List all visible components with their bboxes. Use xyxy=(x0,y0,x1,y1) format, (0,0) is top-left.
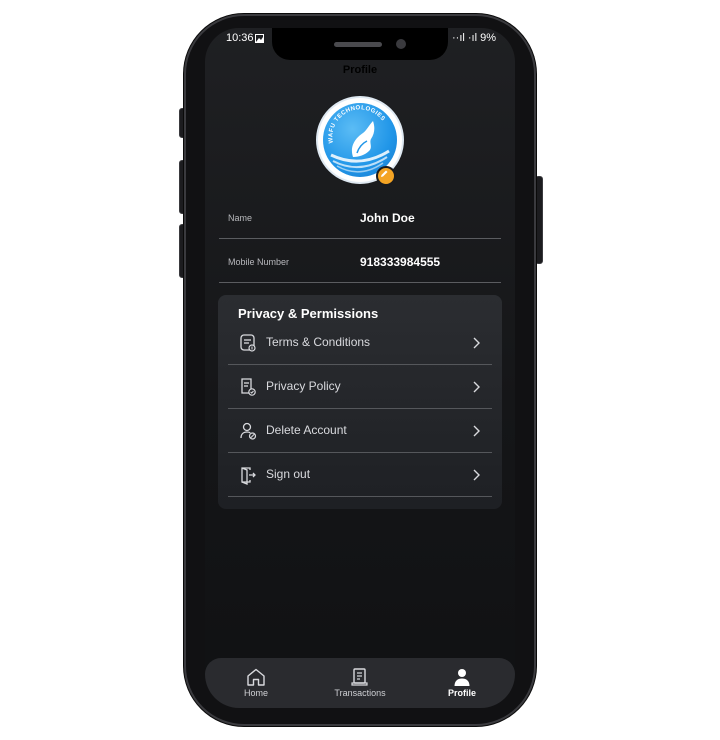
status-time: 10:36 xyxy=(226,32,254,44)
nav-profile-label: Profile xyxy=(447,688,476,698)
svg-text:WAFU TECHNOLOGIES: WAFU TECHNOLOGIES xyxy=(328,105,386,143)
nav-transactions[interactable]: Transactions xyxy=(320,668,400,704)
gallery-notification-icon xyxy=(255,34,264,43)
terms-conditions-label: Terms & Conditions xyxy=(266,335,371,349)
pencil-icon xyxy=(381,170,388,177)
delete-account-icon xyxy=(240,422,257,440)
nav-profile[interactable]: Profile xyxy=(422,668,502,704)
phone-speaker xyxy=(334,42,382,47)
sign-out-icon xyxy=(241,467,256,485)
sign-out-item[interactable]: Sign out xyxy=(228,453,492,497)
home-icon xyxy=(247,668,265,686)
privacy-permissions-title: Privacy & Permissions xyxy=(238,306,379,321)
mobile-number-value: 918333984555 xyxy=(360,255,441,269)
nav-home-label: Home xyxy=(243,688,268,698)
edit-avatar-button[interactable] xyxy=(376,166,396,186)
privacy-policy-label: Privacy Policy xyxy=(266,379,341,393)
privacy-policy-icon xyxy=(241,378,256,396)
phone-camera xyxy=(396,39,406,49)
chevron-right-icon xyxy=(473,381,480,393)
nav-transactions-label: Transactions xyxy=(334,688,386,698)
terms-icon xyxy=(240,334,256,352)
delete-account-item[interactable]: Delete Account xyxy=(228,409,492,453)
sign-out-label: Sign out xyxy=(266,467,311,481)
name-divider xyxy=(219,238,501,239)
name-value: John Doe xyxy=(360,211,415,225)
profile-icon xyxy=(454,669,470,686)
phone-power-button xyxy=(535,176,543,264)
page-title: Profile xyxy=(342,64,378,76)
chevron-right-icon xyxy=(473,469,480,481)
terms-conditions-item[interactable]: Terms & Conditions xyxy=(228,321,492,365)
mobile-number-label: Mobile Number xyxy=(228,257,290,267)
chevron-right-icon xyxy=(473,337,480,349)
name-label: Name xyxy=(228,213,253,223)
delete-account-label: Delete Account xyxy=(266,423,347,437)
privacy-policy-item[interactable]: Privacy Policy xyxy=(228,365,492,409)
transactions-icon xyxy=(351,668,368,686)
nav-home[interactable]: Home xyxy=(216,668,296,704)
chevron-right-icon xyxy=(473,425,480,437)
logo-text: WAFU TECHNOLOGIES xyxy=(328,105,385,143)
status-signal-battery: ··ıl ·ıl 9% xyxy=(452,32,496,44)
mobile-number-divider xyxy=(219,282,501,283)
menu-divider xyxy=(228,496,492,497)
